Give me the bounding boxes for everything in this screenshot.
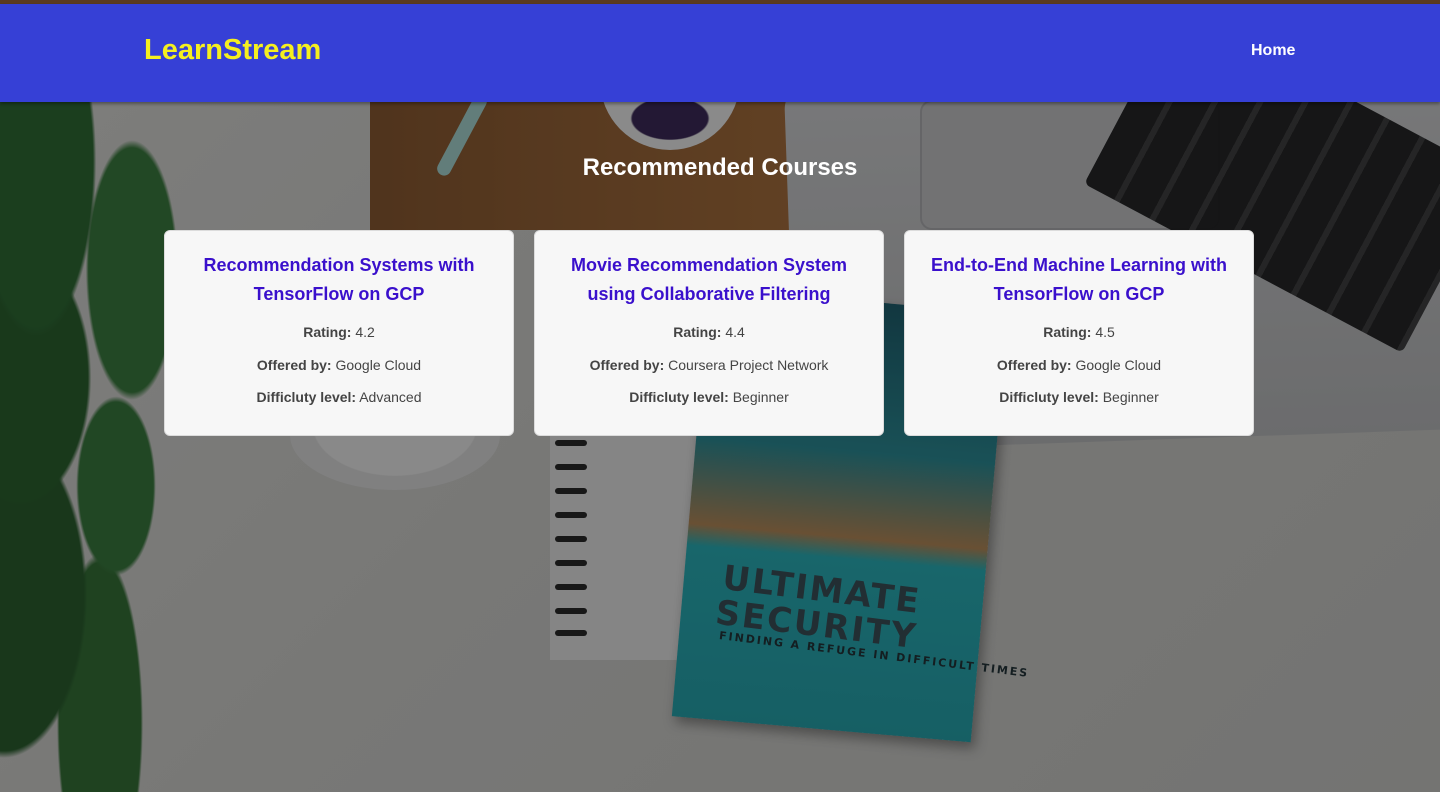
difficulty-label: Difficluty level: — [256, 389, 357, 405]
course-card[interactable]: Recommendation Systems with TensorFlow o… — [164, 230, 514, 436]
page: ULTIMATE SECURITY FINDING A REFUGE IN DI… — [0, 0, 1440, 792]
course-provider: Offered by: Coursera Project Network — [557, 356, 861, 389]
rating-label: Rating: — [303, 324, 352, 340]
nav-link-home[interactable]: Home — [1251, 42, 1295, 60]
offered-by-value: Google Cloud — [1075, 356, 1162, 373]
rating-value: 4.2 — [355, 324, 375, 340]
difficulty-value: Beginner — [1102, 389, 1159, 405]
difficulty-value: Beginner — [732, 389, 789, 405]
offered-by-label: Offered by: — [256, 356, 332, 373]
offered-by-value: Coursera Project Network — [668, 356, 829, 373]
offered-by-label: Offered by: — [589, 356, 665, 373]
brand-logo[interactable]: LearnStream — [144, 34, 321, 67]
navbar: LearnStream Home — [0, 4, 1440, 102]
difficulty-value: Advanced — [359, 389, 422, 405]
course-provider: Offered by: Google Cloud — [187, 356, 491, 389]
course-rating: Rating: 4.5 — [927, 323, 1231, 356]
course-list: Recommendation Systems with TensorFlow o… — [164, 230, 1254, 436]
rating-value: 4.5 — [1095, 324, 1115, 340]
offered-by-value: Google Cloud — [335, 356, 422, 373]
page-title: Recommended Courses — [582, 154, 858, 181]
difficulty-label: Difficluty level: — [999, 389, 1099, 405]
course-difficulty: Difficluty level: Advanced — [187, 388, 491, 421]
course-title[interactable]: Recommendation Systems with TensorFlow o… — [187, 251, 491, 309]
rating-value: 4.4 — [725, 324, 745, 340]
course-title[interactable]: End-to-End Machine Learning with TensorF… — [927, 251, 1231, 309]
course-rating: Rating: 4.2 — [187, 323, 491, 356]
difficulty-label: Difficluty level: — [629, 389, 729, 405]
course-card[interactable]: End-to-End Machine Learning with TensorF… — [904, 230, 1254, 436]
course-title[interactable]: Movie Recommendation System using Collab… — [557, 251, 861, 309]
course-rating: Rating: 4.4 — [557, 323, 861, 356]
course-provider: Offered by: Google Cloud — [927, 356, 1231, 389]
rating-label: Rating: — [1043, 324, 1092, 340]
rating-label: Rating: — [673, 324, 722, 340]
course-difficulty: Difficluty level: Beginner — [557, 388, 861, 421]
course-card[interactable]: Movie Recommendation System using Collab… — [534, 230, 884, 436]
offered-by-label: Offered by: — [996, 356, 1072, 373]
course-difficulty: Difficluty level: Beginner — [927, 388, 1231, 421]
